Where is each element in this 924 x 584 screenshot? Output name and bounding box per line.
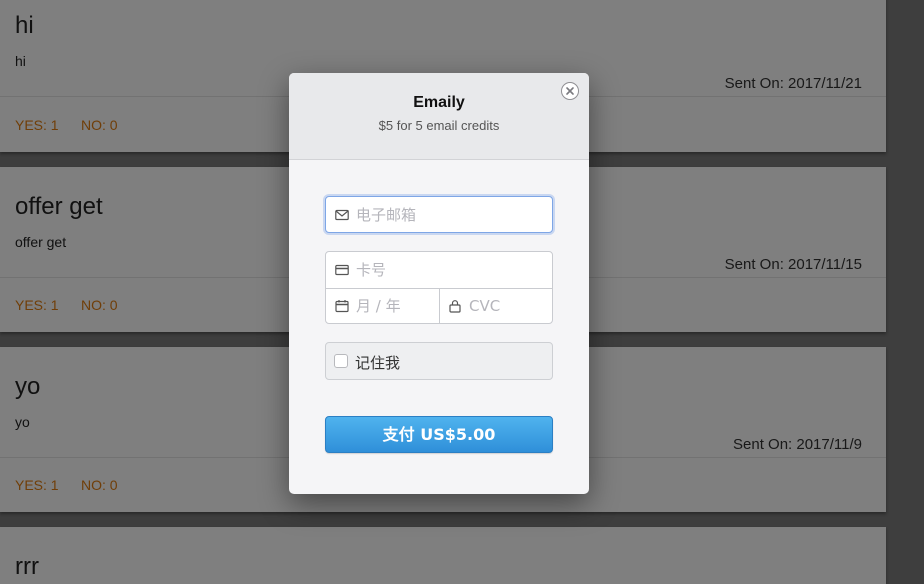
- card-number-input[interactable]: [356, 252, 546, 288]
- card-details-group: [325, 251, 553, 324]
- credit-card-icon: [335, 264, 349, 276]
- close-button[interactable]: [561, 82, 579, 100]
- calendar-icon: [335, 299, 349, 312]
- email-field[interactable]: [325, 196, 553, 233]
- pay-button[interactable]: 支付 US$5.00: [325, 416, 553, 453]
- expiry-input[interactable]: [356, 288, 433, 323]
- remember-me-label: 记住我: [355, 354, 401, 372]
- cvc-field[interactable]: [439, 288, 552, 323]
- lock-icon: [449, 299, 461, 313]
- email-input[interactable]: [356, 197, 546, 232]
- remember-me-option[interactable]: 记住我: [325, 342, 553, 380]
- remember-me-checkbox[interactable]: [334, 354, 348, 368]
- cvc-input[interactable]: [469, 288, 546, 323]
- checkout-dialog: Emaily $5 for 5 email credits 电子邮箱 卡号 月 …: [289, 73, 589, 494]
- checkout-description: $5 for 5 email credits: [378, 118, 500, 133]
- checkout-header: Emaily $5 for 5 email credits: [289, 73, 589, 160]
- page: hi hi Sent On: 2017/11/21 YES: 1 NO: 0 o…: [0, 0, 924, 584]
- envelope-icon: [335, 209, 349, 220]
- card-number-field[interactable]: [326, 252, 552, 289]
- close-icon: [566, 87, 574, 95]
- expiry-field[interactable]: [326, 288, 440, 323]
- checkout-title: Emaily: [413, 94, 465, 111]
